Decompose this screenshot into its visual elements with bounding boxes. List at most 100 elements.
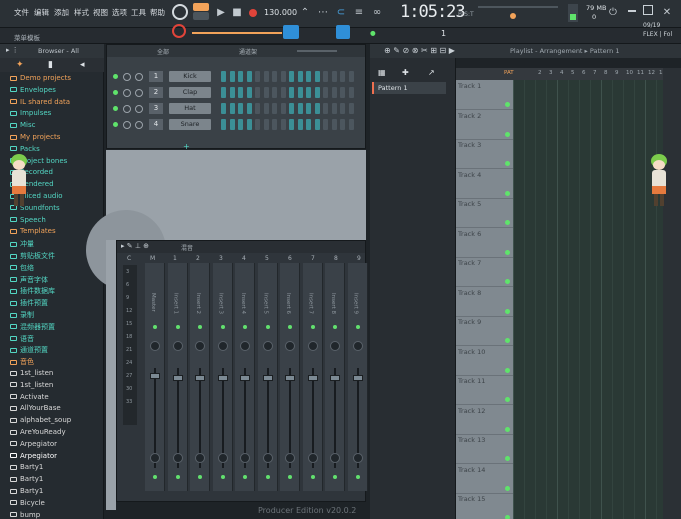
- channel-name-button[interactable]: Snare: [169, 119, 211, 130]
- step-button[interactable]: [221, 119, 226, 130]
- pan-knob[interactable]: [330, 341, 340, 351]
- pan-knob[interactable]: [195, 341, 205, 351]
- send-knob[interactable]: [352, 453, 363, 463]
- step-button[interactable]: [331, 71, 337, 82]
- step-button[interactable]: [348, 87, 354, 98]
- minimize-icon[interactable]: [628, 10, 636, 12]
- step-button[interactable]: [314, 71, 320, 82]
- master-strip[interactable]: Master: [145, 263, 165, 491]
- send-knob[interactable]: [285, 453, 295, 463]
- insert-strip[interactable]: Insert 3: [212, 263, 233, 491]
- strip-enable-led[interactable]: [175, 325, 180, 329]
- strip-enable-led[interactable]: [220, 325, 225, 329]
- pan-knob[interactable]: [217, 341, 228, 351]
- strip-route-led[interactable]: [310, 475, 315, 479]
- volume-fader-handle[interactable]: [240, 375, 250, 381]
- channel-number[interactable]: 3: [149, 103, 163, 114]
- track-mute-led[interactable]: [505, 426, 510, 432]
- step-button[interactable]: [263, 87, 269, 98]
- browser-item[interactable]: Demo projects: [10, 74, 71, 82]
- step-button[interactable]: [263, 71, 269, 82]
- step-button[interactable]: [323, 103, 328, 114]
- volume-fader-handle[interactable]: [195, 375, 205, 381]
- browser-title[interactable]: Browser - All: [38, 47, 79, 55]
- track-name[interactable]: Track 7: [458, 259, 481, 267]
- step-button[interactable]: [221, 87, 226, 98]
- step-button[interactable]: [255, 71, 260, 82]
- step-button[interactable]: [323, 119, 328, 130]
- close-icon[interactable]: ✕: [660, 6, 674, 20]
- track-name[interactable]: Track 4: [458, 171, 481, 179]
- volume-fader-handle[interactable]: [150, 373, 160, 379]
- menu-patterns[interactable]: 样式: [74, 7, 89, 18]
- step-button[interactable]: [272, 71, 277, 82]
- step-button[interactable]: [246, 71, 252, 82]
- browser-item[interactable]: Arpegiator: [10, 440, 57, 448]
- browser-item[interactable]: 语音: [10, 334, 34, 344]
- insert-strip[interactable]: Insert 1: [167, 263, 188, 491]
- browser-item[interactable]: My projects: [10, 133, 60, 141]
- track-name[interactable]: Track 3: [458, 141, 481, 149]
- track-mute-led[interactable]: [505, 131, 510, 137]
- playlist-tools-icon[interactable]: ⊕ ✎ ⊘ ⊗ ✂ ⊞ ⊟ ▶: [384, 46, 455, 55]
- track-mute-led[interactable]: [505, 308, 510, 314]
- stop-button[interactable]: ■: [230, 6, 244, 20]
- track-mute-led[interactable]: [505, 249, 510, 255]
- browser-item[interactable]: 通道预置: [10, 345, 48, 355]
- menu-options[interactable]: 选项: [112, 7, 127, 18]
- step-button[interactable]: [306, 119, 311, 130]
- playlist-grid[interactable]: [513, 80, 663, 519]
- step-button[interactable]: [340, 119, 345, 130]
- strip-enable-led[interactable]: [153, 325, 157, 329]
- browser-item[interactable]: Impulses: [10, 109, 51, 117]
- step-button[interactable]: [280, 71, 286, 82]
- pattern-number[interactable]: 1: [441, 29, 446, 38]
- volume-fader-handle[interactable]: [352, 375, 363, 381]
- step-button[interactable]: [255, 103, 260, 114]
- step-button[interactable]: [340, 71, 345, 82]
- step-button[interactable]: [297, 119, 303, 130]
- volume-fader-handle[interactable]: [217, 375, 228, 381]
- pan-knob[interactable]: [172, 341, 183, 351]
- step-button[interactable]: [246, 87, 252, 98]
- channel-name-button[interactable]: Hat: [169, 103, 211, 114]
- step-button[interactable]: [331, 119, 337, 130]
- channel-mute-led[interactable]: [113, 74, 118, 79]
- browser-item[interactable]: Arpegiator: [10, 452, 57, 460]
- step-button[interactable]: [229, 119, 235, 130]
- power-icon[interactable]: ⏻: [606, 6, 620, 20]
- browser-item[interactable]: IL shared data: [10, 98, 70, 106]
- browser-item[interactable]: Activate: [10, 393, 49, 401]
- track-name[interactable]: Track 10: [458, 348, 485, 356]
- play-button[interactable]: ▶: [214, 6, 228, 20]
- step-button[interactable]: [348, 103, 354, 114]
- strip-route-led[interactable]: [265, 475, 270, 479]
- step-button[interactable]: [263, 119, 269, 130]
- track-mute-led[interactable]: [505, 161, 510, 166]
- track-mute-led[interactable]: [505, 279, 510, 284]
- automation-icon[interactable]: ✚: [402, 68, 409, 77]
- step-button[interactable]: [340, 87, 345, 98]
- step-button[interactable]: [272, 119, 277, 130]
- insert-strip[interactable]: Insert 7: [302, 263, 323, 491]
- blend-notes-icon[interactable]: ≡: [352, 6, 366, 20]
- pan-knob[interactable]: [150, 341, 160, 351]
- step-button[interactable]: [221, 71, 226, 82]
- track-mute-led[interactable]: [505, 102, 510, 107]
- browser-item[interactable]: 剪贴板文件: [10, 251, 55, 261]
- channel-filter[interactable]: 全部: [157, 47, 169, 56]
- browser-item[interactable]: 录制: [10, 310, 34, 320]
- insert-strip[interactable]: Insert 4: [235, 263, 255, 491]
- channel-mute-led[interactable]: [113, 90, 118, 95]
- pan-knob[interactable]: [262, 341, 273, 351]
- pan-knob[interactable]: [285, 341, 295, 351]
- view-toggle-icon[interactable]: ▮: [48, 60, 53, 70]
- step-button[interactable]: [297, 71, 303, 82]
- volume-fader-handle[interactable]: [262, 375, 273, 381]
- menu-file[interactable]: 文件: [14, 7, 29, 18]
- strip-enable-led[interactable]: [355, 325, 360, 329]
- step-button[interactable]: [289, 119, 294, 130]
- track-name[interactable]: Track 5: [458, 200, 481, 208]
- browser-item[interactable]: bump: [10, 511, 40, 519]
- browser-item[interactable]: AllYourBase: [10, 404, 61, 412]
